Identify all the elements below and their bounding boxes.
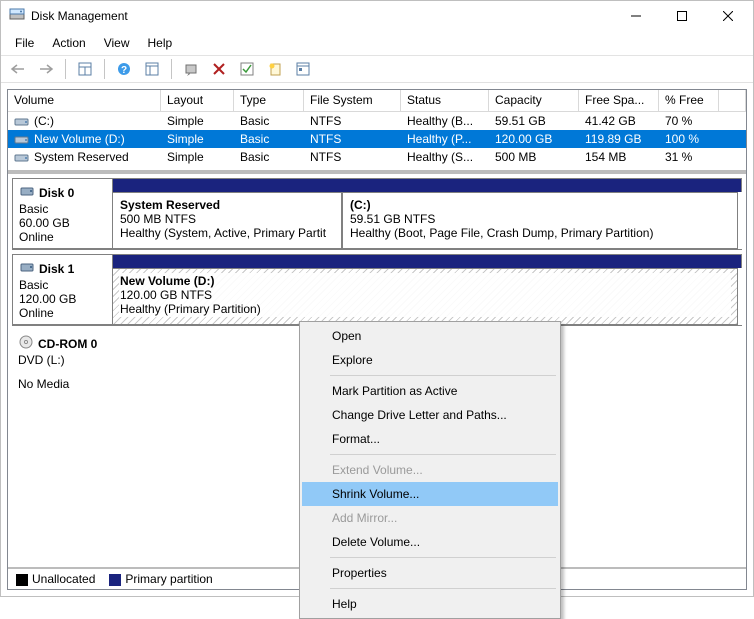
volume-cell: Basic xyxy=(234,113,304,129)
volume-cell: 70 % xyxy=(659,113,719,129)
context-menu-item[interactable]: Properties xyxy=(302,561,558,585)
disk-info[interactable]: Disk 1Basic120.00 GBOnline xyxy=(12,254,112,325)
volume-cell: 41.42 GB xyxy=(579,113,659,129)
menubar: FileActionViewHelp xyxy=(1,31,753,55)
settings-button[interactable] xyxy=(141,58,163,80)
toolbar: ? xyxy=(1,55,753,83)
disk-row: Disk 1Basic120.00 GBOnlineNew Volume (D:… xyxy=(12,254,742,326)
disk-info[interactable]: CD-ROM 0DVD (L:)No Media xyxy=(12,330,112,410)
column-header[interactable]: File System xyxy=(304,90,401,111)
svg-text:?: ? xyxy=(121,65,127,76)
partition[interactable]: New Volume (D:)120.00 GB NTFSHealthy (Pr… xyxy=(112,268,738,325)
context-menu-item: Extend Volume... xyxy=(302,458,558,482)
partition[interactable]: System Reserved500 MB NTFSHealthy (Syste… xyxy=(112,192,342,249)
disk-management-window: Disk Management FileActionViewHelp ? Vol… xyxy=(0,0,754,597)
view-button[interactable] xyxy=(74,58,96,80)
context-menu-item[interactable]: Format... xyxy=(302,427,558,451)
action-button[interactable] xyxy=(180,58,202,80)
back-button[interactable] xyxy=(7,58,29,80)
menu-file[interactable]: File xyxy=(7,33,42,53)
titlebar[interactable]: Disk Management xyxy=(1,1,753,31)
volume-cell: 100 % xyxy=(659,131,719,147)
volume-list-header: VolumeLayoutTypeFile SystemStatusCapacit… xyxy=(8,90,746,112)
volume-cell: 31 % xyxy=(659,149,719,165)
context-menu-item[interactable]: Delete Volume... xyxy=(302,530,558,554)
volume-cell: Simple xyxy=(161,131,234,147)
context-menu-item[interactable]: Explore xyxy=(302,348,558,372)
window-title: Disk Management xyxy=(31,9,613,23)
legend-item: Primary partition xyxy=(109,572,212,586)
volume-cell: 154 MB xyxy=(579,149,659,165)
minimize-button[interactable] xyxy=(613,1,659,31)
volume-cell: System Reserved xyxy=(8,149,161,165)
menu-help[interactable]: Help xyxy=(140,33,181,53)
column-header[interactable]: % Free xyxy=(659,90,719,111)
check-button[interactable] xyxy=(236,58,258,80)
properties-button[interactable] xyxy=(292,58,314,80)
column-header[interactable]: Status xyxy=(401,90,489,111)
menu-action[interactable]: Action xyxy=(44,33,93,53)
volume-row[interactable]: (C:)SimpleBasicNTFSHealthy (B...59.51 GB… xyxy=(8,112,746,130)
column-header[interactable]: Volume xyxy=(8,90,161,111)
context-menu-item[interactable]: Shrink Volume... xyxy=(302,482,558,506)
column-header[interactable]: Layout xyxy=(161,90,234,111)
volume-list[interactable]: (C:)SimpleBasicNTFSHealthy (B...59.51 GB… xyxy=(8,112,746,168)
volume-cell: 119.89 GB xyxy=(579,131,659,147)
volume-cell: 59.51 GB xyxy=(489,113,579,129)
volume-cell: Basic xyxy=(234,149,304,165)
context-menu-item[interactable]: Mark Partition as Active xyxy=(302,379,558,403)
disk-row: Disk 0Basic60.00 GBOnlineSystem Reserved… xyxy=(12,178,742,250)
volume-cell: Healthy (B... xyxy=(401,113,489,129)
disk-info[interactable]: Disk 0Basic60.00 GBOnline xyxy=(12,178,112,249)
context-menu-item[interactable]: Open xyxy=(302,324,558,348)
volume-cell: Basic xyxy=(234,131,304,147)
close-button[interactable] xyxy=(705,1,751,31)
volume-row[interactable]: New Volume (D:)SimpleBasicNTFSHealthy (P… xyxy=(8,130,746,148)
volume-cell: 120.00 GB xyxy=(489,131,579,147)
context-menu: OpenExplore Mark Partition as ActiveChang… xyxy=(299,321,561,619)
volume-cell: Healthy (S... xyxy=(401,149,489,165)
disk-header-strip xyxy=(112,254,742,268)
context-menu-item[interactable]: Change Drive Letter and Paths... xyxy=(302,403,558,427)
column-header[interactable]: Free Spa... xyxy=(579,90,659,111)
context-menu-item: Add Mirror... xyxy=(302,506,558,530)
app-icon xyxy=(9,8,25,24)
volume-cell: NTFS xyxy=(304,113,401,129)
volume-row[interactable]: System ReservedSimpleBasicNTFSHealthy (S… xyxy=(8,148,746,166)
volume-cell: (C:) xyxy=(8,113,161,129)
column-header[interactable]: Type xyxy=(234,90,304,111)
volume-cell: Healthy (P... xyxy=(401,131,489,147)
forward-button[interactable] xyxy=(35,58,57,80)
disk-icon xyxy=(19,259,35,278)
legend-item: Unallocated xyxy=(16,572,95,586)
maximize-button[interactable] xyxy=(659,1,705,31)
volume-cell: 500 MB xyxy=(489,149,579,165)
disk-header-strip xyxy=(112,178,742,192)
new-button[interactable] xyxy=(264,58,286,80)
delete-button[interactable] xyxy=(208,58,230,80)
disk-icon xyxy=(19,183,35,202)
volume-cell: NTFS xyxy=(304,131,401,147)
volume-cell: NTFS xyxy=(304,149,401,165)
menu-view[interactable]: View xyxy=(96,33,138,53)
volume-cell: New Volume (D:) xyxy=(8,131,161,147)
context-menu-item[interactable]: Help xyxy=(302,592,558,616)
column-header[interactable]: Capacity xyxy=(489,90,579,111)
partition[interactable]: (C:)59.51 GB NTFSHealthy (Boot, Page Fil… xyxy=(342,192,738,249)
cd-icon xyxy=(18,334,34,353)
help-button[interactable]: ? xyxy=(113,58,135,80)
volume-cell: Simple xyxy=(161,113,234,129)
volume-cell: Simple xyxy=(161,149,234,165)
